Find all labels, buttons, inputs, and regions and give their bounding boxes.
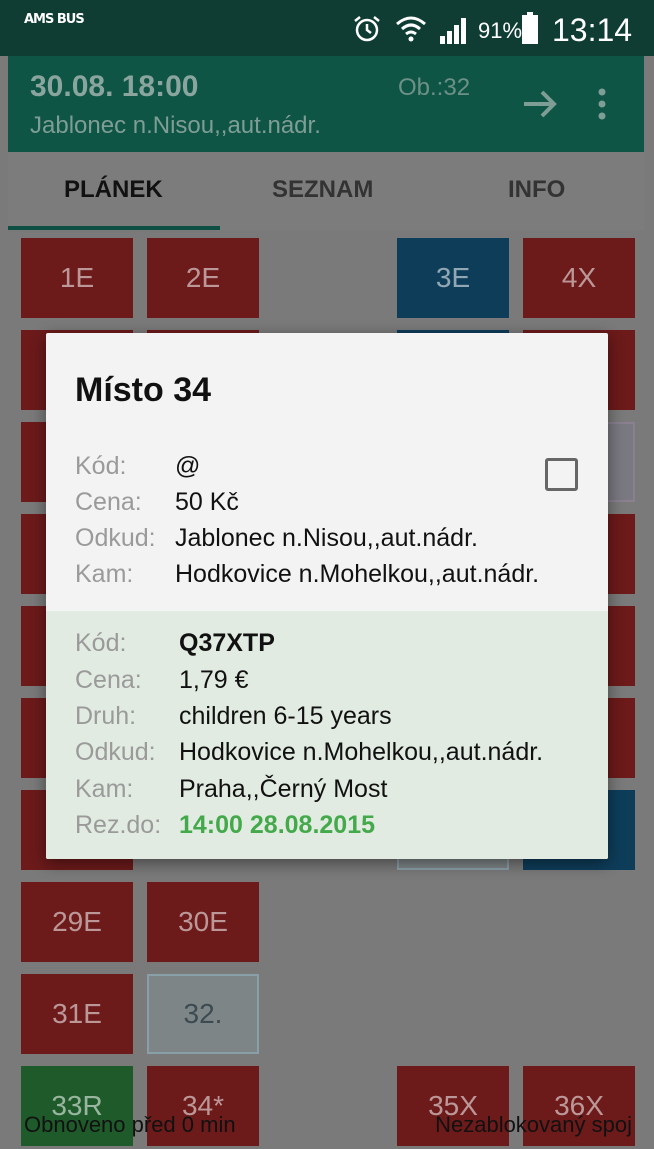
battery-icon	[522, 12, 538, 44]
seat-29e[interactable]: 29E	[21, 882, 133, 962]
druh-value: children 6-15 years	[179, 702, 392, 730]
refresh-status: Obnoveno před 0 min	[24, 1112, 236, 1137]
tab-info[interactable]: INFO	[508, 176, 565, 204]
select-checkbox[interactable]	[545, 458, 578, 491]
tab-planek[interactable]: PLÁNEK	[64, 176, 163, 204]
kod-label: Kód:	[75, 629, 127, 657]
cena-label: Cena:	[75, 666, 142, 694]
seat-1e[interactable]: 1E	[21, 238, 133, 318]
battery-percent: 91%	[478, 18, 523, 43]
kam-label: Kam:	[75, 775, 134, 803]
kam-value: Hodkovice n.Mohelkou,,aut.nádr.	[175, 560, 540, 588]
status-bar: AMS BUS 91% 13:14	[0, 0, 654, 56]
occupancy-label: Ob.:32	[398, 74, 471, 101]
kod-value: @	[175, 452, 201, 480]
signal-icon	[440, 18, 466, 44]
rez-label: Rez.do:	[75, 811, 162, 839]
odkud-value: Hodkovice n.Mohelkou,,aut.nádr.	[179, 738, 544, 766]
cena-label: Cena:	[75, 488, 142, 516]
seat-32[interactable]: 32.	[147, 974, 259, 1054]
clock: 13:14	[552, 12, 633, 48]
arrow-right-icon[interactable]	[520, 84, 560, 124]
dialog-title: Místo 34	[75, 371, 212, 409]
druh-label: Druh:	[75, 702, 137, 730]
reservation-until: 14:00 28.08.2015	[179, 811, 376, 839]
seat-4x[interactable]: 4X	[523, 238, 635, 318]
odkud-label: Odkud:	[75, 524, 156, 552]
action-bar: 30.08. 18:00 Ob.:32 Jablonec n.Nisou,,au…	[8, 56, 644, 152]
seat-detail-dialog: Místo 34 Kód: @ Cena: 50 Kč Odkud: Jablo…	[46, 333, 608, 859]
wifi-icon	[396, 16, 426, 42]
lock-status: Nezablokovaný spoj	[435, 1112, 632, 1137]
reservation-code: Q37XTP	[179, 629, 275, 657]
tab-bar: PLÁNEK SEZNAM INFO	[8, 152, 644, 230]
kam-label: Kam:	[75, 560, 134, 588]
odkud-label: Odkud:	[75, 738, 156, 766]
kod-label: Kód:	[75, 452, 127, 480]
odkud-value: Jablonec n.Nisou,,aut.nádr.	[175, 524, 478, 552]
reservation-section: Kód: Q37XTP Cena: 1,79 € Druh: children …	[46, 611, 608, 859]
seat-30e[interactable]: 30E	[147, 882, 259, 962]
seat-31e[interactable]: 31E	[21, 974, 133, 1054]
seat-2e[interactable]: 2E	[147, 238, 259, 318]
cena-value: 50 Kč	[175, 488, 239, 516]
departure-datetime: 30.08. 18:00	[30, 70, 199, 103]
more-vert-icon[interactable]	[592, 84, 612, 124]
seat-3e[interactable]: 3E	[397, 238, 509, 318]
kam-value: Praha,,Černý Most	[179, 775, 388, 803]
alarm-icon	[354, 16, 380, 42]
bottom-status: Obnoveno před 0 min Nezablokovaný spoj	[8, 1104, 644, 1149]
departure-station: Jablonec n.Nisou,,aut.nádr.	[30, 112, 321, 139]
cena-value: 1,79 €	[179, 666, 249, 694]
tab-seznam[interactable]: SEZNAM	[272, 176, 373, 204]
app-logo: AMS BUS	[24, 12, 85, 27]
